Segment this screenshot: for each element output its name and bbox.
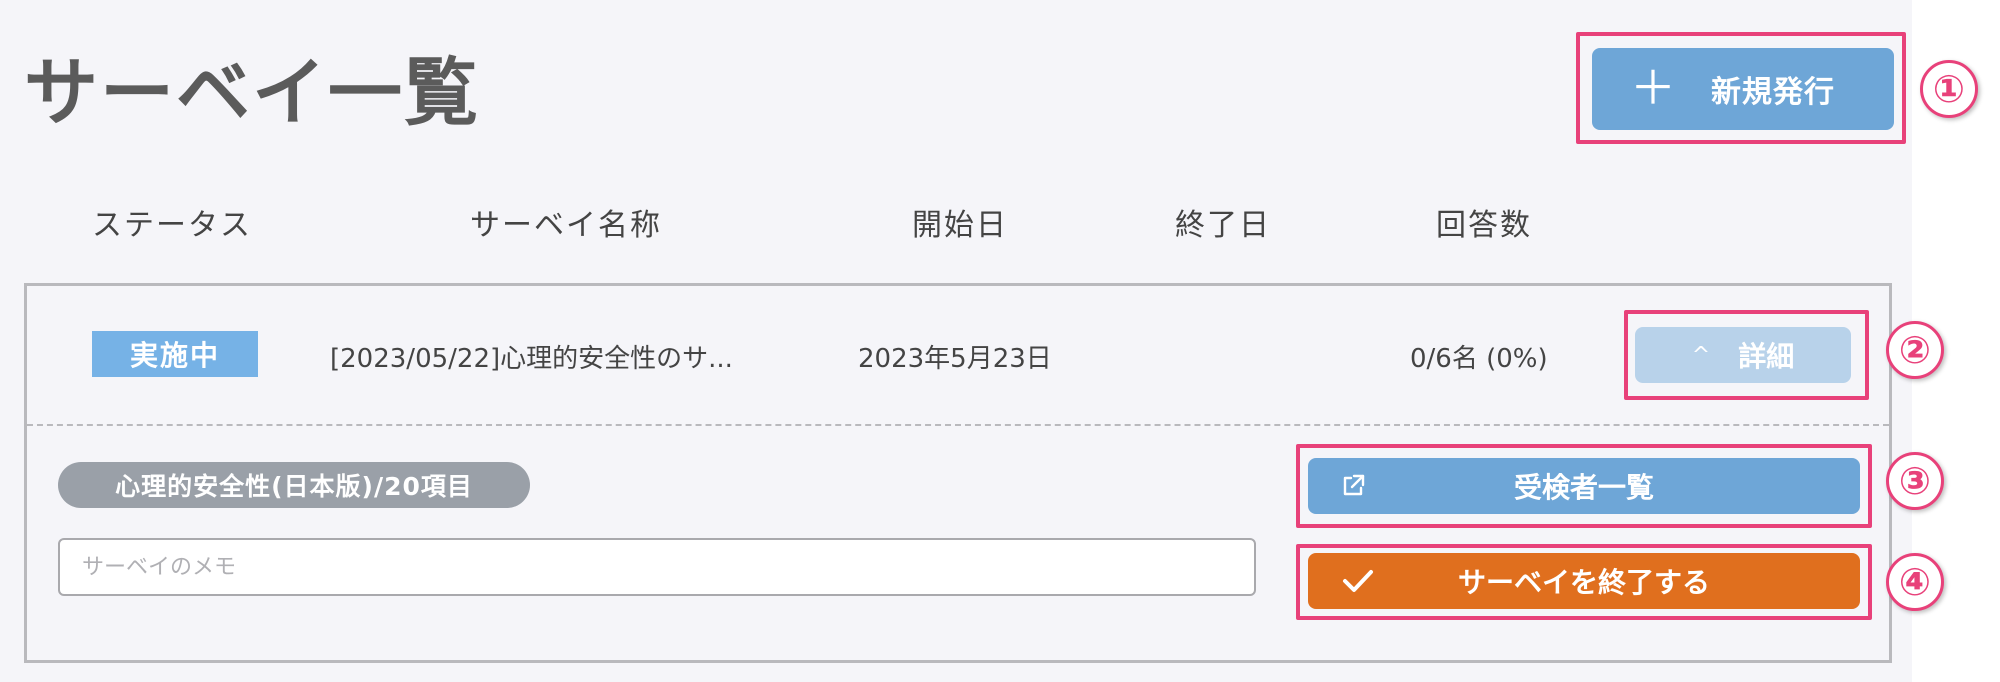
annotation-number-3: ③	[1886, 452, 1944, 510]
column-header-responses: 回答数	[1436, 208, 1532, 243]
column-header-start-date: 開始日	[912, 208, 1008, 243]
status-badge: 実施中	[92, 331, 258, 377]
annotation-box-3	[1296, 444, 1872, 528]
survey-start-date: 2023年5月23日	[858, 344, 1052, 374]
card-divider	[27, 424, 1889, 426]
annotation-box-1	[1576, 32, 1906, 144]
annotation-number-1: ①	[1920, 60, 1978, 118]
annotation-box-2	[1624, 310, 1869, 400]
annotation-number-4: ④	[1886, 553, 1944, 611]
survey-responses: 0/6名 (0%)	[1410, 344, 1548, 374]
page-title: サーベイ一覧	[24, 50, 480, 136]
column-header-status: ステータス	[92, 208, 252, 243]
annotation-number-2: ②	[1886, 321, 1944, 379]
survey-name: [2023/05/22]心理的安全性のサ...	[330, 344, 733, 374]
column-header-end-date: 終了日	[1175, 208, 1271, 243]
survey-memo-input[interactable]	[58, 538, 1256, 596]
annotation-box-4	[1296, 544, 1872, 620]
survey-type-tag: 心理的安全性(日本版)/20項目	[58, 462, 530, 508]
column-header-survey-name: サーベイ名称	[470, 208, 662, 243]
